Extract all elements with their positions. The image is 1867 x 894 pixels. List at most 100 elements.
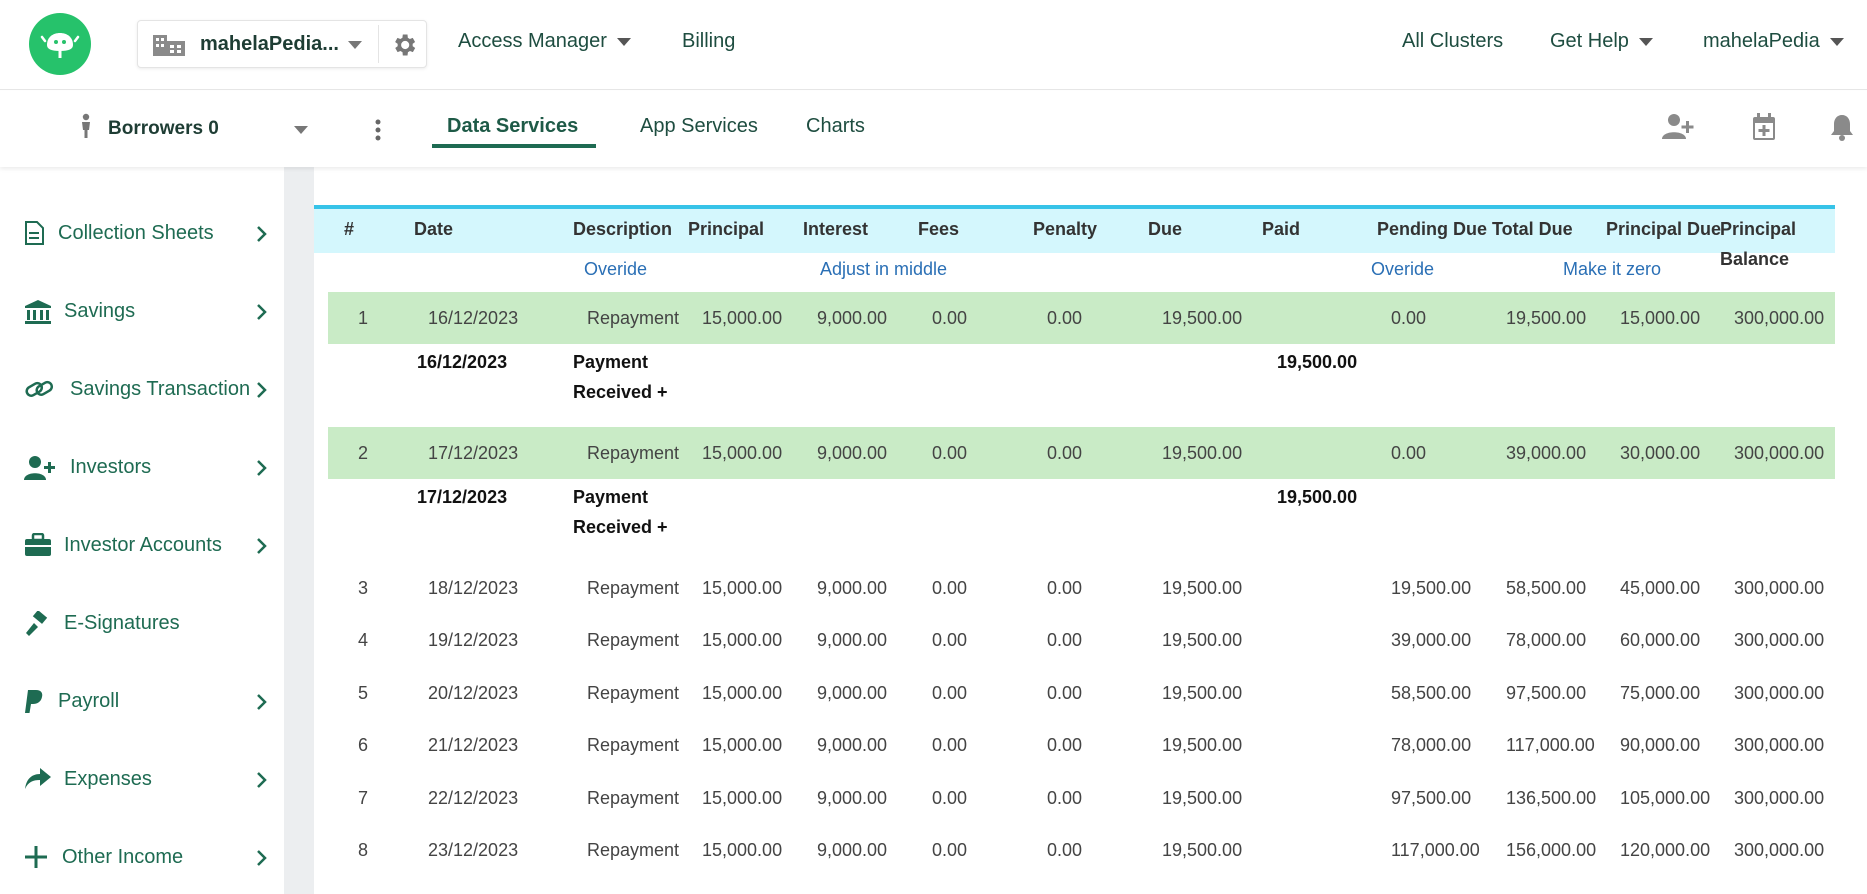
cell-number: 2 [358,443,369,463]
table-row[interactable]: 3 18/12/2023 Repayment 15,000.00 9,000.0… [328,562,1835,614]
override-link[interactable]: Overide [584,259,647,280]
sidebar-item-savings[interactable]: Savings [0,286,284,336]
payment-amount: 19,500.00 [1277,352,1358,372]
sidebar-item-label: Savings [64,300,136,322]
sidebar-item-expenses[interactable]: Expenses [0,754,284,804]
cell-due: 19,500.00 [1162,735,1243,755]
user-menu-label: mahelaPedia [1703,30,1820,52]
cell-principal-balance: 300,000.00 [1734,443,1825,463]
cell-pending-due: 97,500.00 [1391,788,1472,808]
nav-access-manager-label: Access Manager [458,30,607,52]
organization-selector[interactable]: mahelaPedia... [137,20,427,68]
cell-principal-due: 120,000.00 [1620,840,1711,860]
payment-received-button[interactable]: Received + [573,382,668,403]
paypal-icon [25,690,43,713]
cell-total-due: 156,000.00 [1506,840,1597,860]
cell-principal: 15,000.00 [702,735,783,755]
more-vertical-icon[interactable] [374,118,382,142]
column-header: Interest [803,219,869,239]
cell-date: 21/12/2023 [428,735,519,755]
override-link[interactable]: Overide [1371,259,1434,280]
sidebar-item-label: E-Signatures [64,612,180,634]
payment-received-button[interactable]: Received + [573,517,668,538]
add-user-icon[interactable] [1662,113,1694,141]
cell-pending-due: 0.00 [1391,308,1427,328]
cell-pending-due: 0.00 [1391,443,1427,463]
cell-description: Repayment [587,443,680,463]
column-header: Date [414,219,454,239]
nav-billing[interactable]: Billing [682,30,735,53]
cell-principal-balance: 300,000.00 [1734,578,1825,598]
cell-date: 18/12/2023 [428,578,519,598]
cell-number: 4 [358,630,369,650]
cell-interest: 9,000.00 [817,630,888,650]
cell-number: 3 [358,578,369,598]
cell-principal: 15,000.00 [702,630,783,650]
cell-penalty: 0.00 [1047,578,1083,598]
cell-due: 19,500.00 [1162,788,1243,808]
nav-billing-label: Billing [682,30,736,52]
table-row[interactable]: 6 21/12/2023 Repayment 15,000.00 9,000.0… [328,719,1835,771]
cell-number: 6 [358,735,369,755]
cell-penalty: 0.00 [1047,840,1083,860]
add-user-icon [24,456,55,480]
cell-due: 19,500.00 [1162,840,1243,860]
chevron-right-icon [257,382,267,398]
table-row[interactable]: 7 22/12/2023 Repayment 15,000.00 9,000.0… [328,772,1835,824]
user-menu[interactable]: mahelaPedia [1703,30,1844,53]
cell-principal-balance: 300,000.00 [1734,683,1825,703]
chevron-right-icon [257,772,267,788]
chevron-right-icon [257,694,267,710]
tab-charts[interactable]: Charts [806,115,865,138]
payment-row: 16/12/2023 Payment Received + 19,500.00 [328,352,1835,430]
cell-principal-due: 105,000.00 [1620,788,1711,808]
tab-data-services[interactable]: Data Services [447,115,578,138]
sidebar-item-payroll[interactable]: Payroll [0,676,284,726]
bell-icon[interactable] [1830,113,1854,141]
nav-all-clusters[interactable]: All Clusters [1402,30,1503,53]
gear-icon[interactable] [390,31,418,59]
cell-total-due: 19,500.00 [1506,308,1587,328]
cell-interest: 9,000.00 [817,308,888,328]
cell-principal-due: 75,000.00 [1620,683,1701,703]
sidebar-item-collection-sheets[interactable]: Collection Sheets [0,208,284,258]
divider [378,25,379,63]
cell-description: Repayment [587,578,680,598]
sidebar-item-savings-transaction[interactable]: Savings Transaction [0,364,284,414]
sidebar-item-e-signatures[interactable]: E-Signatures [0,598,284,648]
adjust-in-middle-link[interactable]: Adjust in middle [820,259,947,280]
app-logo[interactable] [29,13,91,75]
table-row[interactable]: 5 20/12/2023 Repayment 15,000.00 9,000.0… [328,667,1835,719]
column-header: Description [573,219,673,239]
chevron-down-icon[interactable] [294,126,308,134]
cell-fees: 0.00 [932,735,968,755]
sidebar-item-label: Other Income [62,846,184,868]
calendar-add-icon[interactable] [1752,113,1776,141]
sidebar-item-investors[interactable]: Investors [0,442,284,492]
payment-label: Payment [573,487,649,507]
cell-description: Repayment [587,683,680,703]
cell-principal-due: 15,000.00 [1620,308,1701,328]
sidebar-item-label: Expenses [64,768,152,790]
building-icon [153,35,185,56]
cell-fees: 0.00 [932,443,968,463]
cell-interest: 9,000.00 [817,443,888,463]
cell-interest: 9,000.00 [817,578,888,598]
tab-app-services[interactable]: App Services [640,115,758,138]
make-it-zero-link[interactable]: Make it zero [1563,259,1661,280]
cell-description: Repayment [587,308,680,328]
table-row[interactable]: 1 16/12/2023 Repayment 15,000.00 9,000.0… [328,292,1835,344]
chevron-right-icon [257,460,267,476]
table-row[interactable]: 2 17/12/2023 Repayment 15,000.00 9,000.0… [328,427,1835,479]
cell-interest: 9,000.00 [817,840,888,860]
cell-principal-balance: 300,000.00 [1734,735,1825,755]
sidebar-item-other-income[interactable]: Other Income [0,832,284,882]
cell-principal: 15,000.00 [702,683,783,703]
nav-get-help[interactable]: Get Help [1550,30,1653,53]
sidebar-item-investor-accounts[interactable]: Investor Accounts [0,520,284,570]
table-row[interactable]: 4 19/12/2023 Repayment 15,000.00 9,000.0… [328,614,1835,666]
cell-date: 20/12/2023 [428,683,519,703]
table-row[interactable]: 8 23/12/2023 Repayment 15,000.00 9,000.0… [328,824,1835,876]
cell-principal-due: 90,000.00 [1620,735,1701,755]
nav-access-manager[interactable]: Access Manager [458,30,631,53]
